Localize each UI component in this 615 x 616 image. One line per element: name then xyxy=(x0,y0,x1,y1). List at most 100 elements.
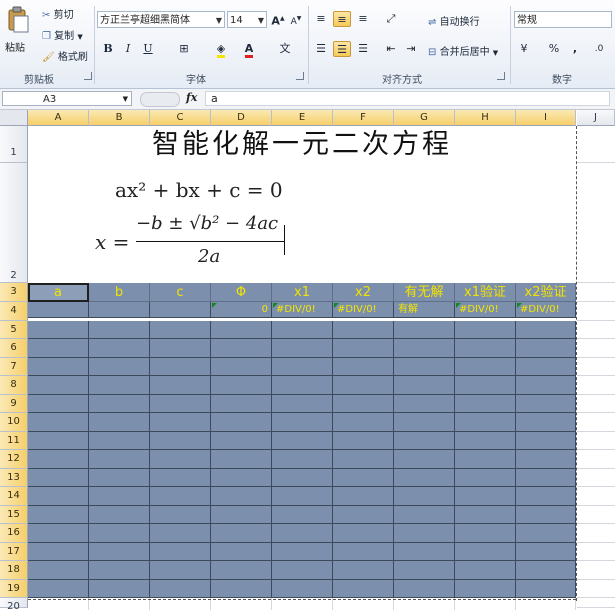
table-cell[interactable] xyxy=(28,394,89,413)
column-header-d[interactable]: D xyxy=(211,110,272,126)
table-cell[interactable] xyxy=(333,579,394,598)
align-bottom-button[interactable]: ≡ xyxy=(354,11,372,27)
table-header-cell[interactable]: x1验证 xyxy=(455,283,516,302)
decrease-indent-button[interactable]: ⇤ xyxy=(382,41,400,57)
align-middle-button[interactable]: ≡ xyxy=(333,11,351,27)
table-header-cell[interactable]: b xyxy=(89,283,150,302)
table-cell[interactable] xyxy=(516,579,576,598)
percent-button[interactable]: % xyxy=(545,41,563,57)
font-launcher-icon[interactable] xyxy=(296,72,304,80)
table-cell[interactable] xyxy=(150,561,211,580)
table-cell[interactable] xyxy=(394,524,455,543)
table-cell[interactable] xyxy=(89,320,150,339)
align-right-button[interactable]: ☰ xyxy=(354,41,372,57)
table-cell[interactable] xyxy=(28,542,89,561)
table-cell[interactable] xyxy=(577,469,615,487)
table-cell[interactable]: 0 xyxy=(211,302,272,318)
formula-bar-splitter[interactable] xyxy=(140,92,180,107)
table-header-cell[interactable]: x2验证 xyxy=(516,283,576,302)
table-cell[interactable] xyxy=(150,394,211,413)
insert-function-icon[interactable]: fx xyxy=(186,91,197,104)
row-header-17[interactable]: 17 xyxy=(0,542,28,561)
align-center-button[interactable]: ☰ xyxy=(333,41,351,57)
table-cell[interactable] xyxy=(333,468,394,487)
table-cell[interactable] xyxy=(211,505,272,524)
table-cell[interactable] xyxy=(272,542,333,561)
table-cell[interactable] xyxy=(89,524,150,543)
table-cell[interactable] xyxy=(211,524,272,543)
row-header-16[interactable]: 16 xyxy=(0,524,28,543)
table-cell[interactable] xyxy=(455,413,516,432)
table-cell[interactable] xyxy=(394,487,455,506)
copy-button[interactable]: ❐ 复制 ▼ xyxy=(42,27,83,42)
table-cell[interactable] xyxy=(211,450,272,469)
table-cell[interactable] xyxy=(516,468,576,487)
row-header-10[interactable]: 10 xyxy=(0,413,28,432)
column-header-j[interactable]: J xyxy=(577,110,615,126)
table-cell[interactable] xyxy=(333,357,394,376)
table-cell[interactable] xyxy=(89,339,150,358)
table-header-cell[interactable]: Φ xyxy=(211,283,272,302)
table-cell[interactable]: #DIV/0! xyxy=(272,302,333,318)
table-cell[interactable] xyxy=(394,320,455,339)
table-cell[interactable] xyxy=(272,413,333,432)
table-cell[interactable] xyxy=(89,542,150,561)
table-cell[interactable] xyxy=(28,413,89,432)
table-cell[interactable] xyxy=(272,431,333,450)
table-cell[interactable] xyxy=(516,413,576,432)
table-cell[interactable] xyxy=(28,524,89,543)
table-header-cell[interactable]: a xyxy=(28,283,89,302)
align-top-button[interactable]: ≡ xyxy=(312,11,330,27)
column-header-g[interactable]: G xyxy=(394,110,455,126)
column-header-e[interactable]: E xyxy=(272,110,333,126)
column-header-i[interactable]: I xyxy=(516,110,576,126)
table-cell[interactable] xyxy=(333,376,394,395)
table-header-cell[interactable]: x1 xyxy=(272,283,333,302)
table-cell[interactable] xyxy=(333,487,394,506)
table-cell[interactable] xyxy=(272,579,333,598)
row-header-6[interactable]: 6 xyxy=(0,339,28,358)
table-cell[interactable] xyxy=(394,339,455,358)
table-cell[interactable] xyxy=(455,339,516,358)
row-header-2[interactable]: 2 xyxy=(0,163,28,283)
table-cell[interactable] xyxy=(272,320,333,339)
table-cell[interactable] xyxy=(89,487,150,506)
table-cell[interactable] xyxy=(150,505,211,524)
table-cell[interactable] xyxy=(272,487,333,506)
table-cell[interactable] xyxy=(455,450,516,469)
table-cell[interactable] xyxy=(577,543,615,561)
table-cell[interactable] xyxy=(455,487,516,506)
font-color-button[interactable]: A xyxy=(240,41,258,58)
table-cell[interactable] xyxy=(211,431,272,450)
table-cell[interactable] xyxy=(455,524,516,543)
table-cell[interactable] xyxy=(455,505,516,524)
table-cell[interactable] xyxy=(211,468,272,487)
table-cell[interactable] xyxy=(333,320,394,339)
table-cell[interactable] xyxy=(150,339,211,358)
column-header-a[interactable]: A xyxy=(28,110,89,126)
table-cell[interactable] xyxy=(89,394,150,413)
comma-button[interactable]: , xyxy=(566,41,584,57)
increase-indent-button[interactable]: ⇥ xyxy=(402,41,420,57)
table-cell[interactable] xyxy=(89,376,150,395)
table-cell[interactable] xyxy=(150,431,211,450)
table-cell[interactable] xyxy=(516,505,576,524)
wrap-text-button[interactable]: ⇌ 自动换行 xyxy=(428,13,480,28)
shrink-font-button[interactable]: A▼ xyxy=(287,11,305,27)
table-cell[interactable] xyxy=(272,357,333,376)
table-cell[interactable] xyxy=(150,302,211,318)
table-cell[interactable] xyxy=(28,320,89,339)
error-indicator-icon[interactable] xyxy=(334,303,339,308)
table-cell[interactable] xyxy=(394,431,455,450)
italic-button[interactable]: I xyxy=(119,41,137,57)
table-cell[interactable] xyxy=(150,376,211,395)
table-cell[interactable] xyxy=(333,524,394,543)
table-cell[interactable] xyxy=(577,395,615,413)
table-cell[interactable] xyxy=(516,524,576,543)
table-cell[interactable] xyxy=(516,320,576,339)
table-cell[interactable] xyxy=(577,376,615,395)
row-header-7[interactable]: 7 xyxy=(0,357,28,376)
table-cell[interactable] xyxy=(150,542,211,561)
table-cell[interactable] xyxy=(89,357,150,376)
row-header-13[interactable]: 13 xyxy=(0,468,28,487)
